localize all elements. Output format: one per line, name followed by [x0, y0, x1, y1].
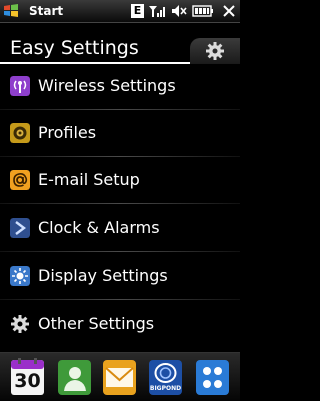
- menu-item-label: Wireless Settings: [38, 76, 176, 95]
- messaging-button[interactable]: [102, 357, 137, 397]
- menu-item-wireless-settings[interactable]: Wireless Settings: [0, 63, 240, 110]
- menu-item-other-settings[interactable]: Other Settings: [0, 301, 240, 348]
- battery-icon[interactable]: [192, 4, 214, 18]
- divider: [0, 251, 240, 252]
- contacts-icon: [58, 360, 91, 395]
- speaker-icon: [10, 123, 30, 143]
- calendar-day: 30: [14, 370, 41, 392]
- page-title: Easy Settings: [10, 37, 139, 59]
- apps-grid-button[interactable]: [195, 357, 230, 397]
- calendar-button[interactable]: 30: [10, 357, 45, 397]
- menu-item-label: Clock & Alarms: [38, 218, 160, 237]
- close-icon[interactable]: [222, 4, 236, 18]
- settings-tab[interactable]: [190, 38, 240, 64]
- at-sign-icon: [10, 170, 30, 190]
- gear-icon: [11, 315, 29, 333]
- contacts-button[interactable]: [57, 357, 92, 397]
- messaging-icon: [103, 360, 136, 395]
- bigpond-button[interactable]: BIGPOND: [148, 357, 183, 397]
- menu-item-clock-alarms[interactable]: Clock & Alarms: [0, 205, 240, 252]
- network-badge[interactable]: E: [131, 4, 144, 18]
- divider: [0, 299, 240, 300]
- bigpond-label: BIGPOND: [149, 385, 182, 392]
- divider: [0, 203, 240, 204]
- windows-flag-icon[interactable]: [3, 3, 19, 19]
- clock-icon: [10, 218, 30, 238]
- display-icon: [10, 266, 30, 286]
- menu-item-profiles[interactable]: Profiles: [0, 110, 240, 157]
- status-bar: Start E: [0, 0, 240, 23]
- wireless-icon: [10, 76, 30, 96]
- menu-item-label: Other Settings: [38, 314, 155, 333]
- menu-item-display-settings[interactable]: Display Settings: [0, 253, 240, 300]
- gear-icon: [206, 42, 224, 60]
- start-button[interactable]: Start: [29, 3, 63, 19]
- dock: 30 BIGPOND: [0, 352, 240, 401]
- menu-item-email-setup[interactable]: E-mail Setup: [0, 157, 240, 204]
- apps-grid-icon: [196, 360, 229, 395]
- menu-item-label: Profiles: [38, 123, 97, 142]
- menu-item-label: Display Settings: [38, 266, 168, 285]
- menu-item-label: E-mail Setup: [38, 170, 140, 189]
- signal-icon[interactable]: [148, 4, 166, 18]
- speaker-muted-icon[interactable]: [171, 4, 187, 18]
